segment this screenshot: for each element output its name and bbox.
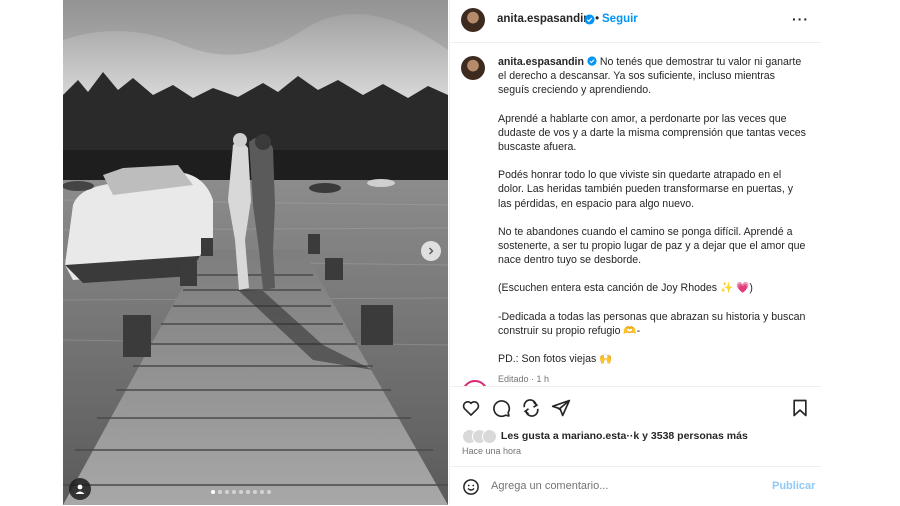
carousel-dots <box>211 490 271 494</box>
caption-paragraph: anita.espasandin No tenés que demostrar … <box>498 55 808 98</box>
share-icon[interactable] <box>521 398 541 418</box>
follow-button[interactable]: Seguir <box>602 13 638 25</box>
carousel-dot <box>225 490 229 494</box>
comment-bar: Publicar <box>450 466 821 506</box>
user-tag-button[interactable] <box>69 478 91 500</box>
likes-summary[interactable]: Les gusta a mariano.esta··k y 3538 perso… <box>462 429 748 444</box>
caption-paragraph: -Dedicada a todas las personas que abraz… <box>498 310 806 337</box>
save-bookmark-icon[interactable] <box>790 398 810 418</box>
more-options-icon[interactable]: ··· <box>792 11 809 27</box>
caption-area: anita.espasandin No tenés que demostrar … <box>450 43 821 386</box>
comment-icon[interactable] <box>491 398 511 418</box>
carousel-dot <box>267 490 271 494</box>
carousel-dot <box>260 490 264 494</box>
verified-badge-icon <box>587 56 597 66</box>
action-bar <box>450 386 821 429</box>
post-header: anita.espasandin • Seguir ··· <box>450 0 821 43</box>
caption-paragraph: (Escuchen entera esta canción de Joy Rho… <box>498 282 753 295</box>
publish-button[interactable]: Publicar <box>772 480 815 492</box>
separator-dot: • <box>595 11 600 25</box>
caption-paragraph: No te abandones cuando el camino se pong… <box>498 225 806 267</box>
send-icon[interactable] <box>551 398 571 418</box>
carousel-dot <box>253 490 257 494</box>
author-username[interactable]: anita.espasandin <box>497 13 590 25</box>
carousel-dot <box>218 490 222 494</box>
user-tag-icon <box>75 484 85 494</box>
carousel-dot <box>246 490 250 494</box>
post-time: Hace una hora <box>462 446 522 456</box>
carousel-dot <box>232 490 236 494</box>
liker-avatars <box>462 429 498 444</box>
chevron-right-icon <box>429 247 434 255</box>
carousel-dot <box>239 490 243 494</box>
post-photo[interactable] <box>63 0 448 505</box>
edited-timestamp: Editado · 1 h <box>498 374 550 385</box>
caption-text: anita.espasandin No tenés que demostrar … <box>498 55 808 386</box>
author-avatar[interactable] <box>461 8 485 32</box>
caption-paragraph: Podés honrar todo lo que viviste sin que… <box>498 169 794 210</box>
emoji-icon[interactable] <box>462 478 480 496</box>
caption-paragraph: Aprendé a hablarte con amor, a perdonart… <box>498 112 806 154</box>
verified-badge-icon <box>584 14 595 25</box>
like-heart-icon[interactable] <box>461 398 481 418</box>
carousel-next-button[interactable] <box>421 241 441 261</box>
comment-input[interactable] <box>491 480 731 492</box>
post-side-panel: anita.espasandin • Seguir ··· anita.espa… <box>449 0 821 505</box>
caption-avatar[interactable] <box>461 56 485 80</box>
instagram-post: anita.espasandin • Seguir ··· anita.espa… <box>63 0 821 505</box>
caption-paragraph: PD.: Son fotos viejas 🙌 <box>498 353 613 366</box>
caption-username[interactable]: anita.espasandin <box>498 56 584 68</box>
carousel-dot <box>211 490 215 494</box>
photo-lake-dock-couple <box>63 0 448 505</box>
likes-text[interactable]: Les gusta a mariano.esta··k y 3538 perso… <box>501 430 748 442</box>
